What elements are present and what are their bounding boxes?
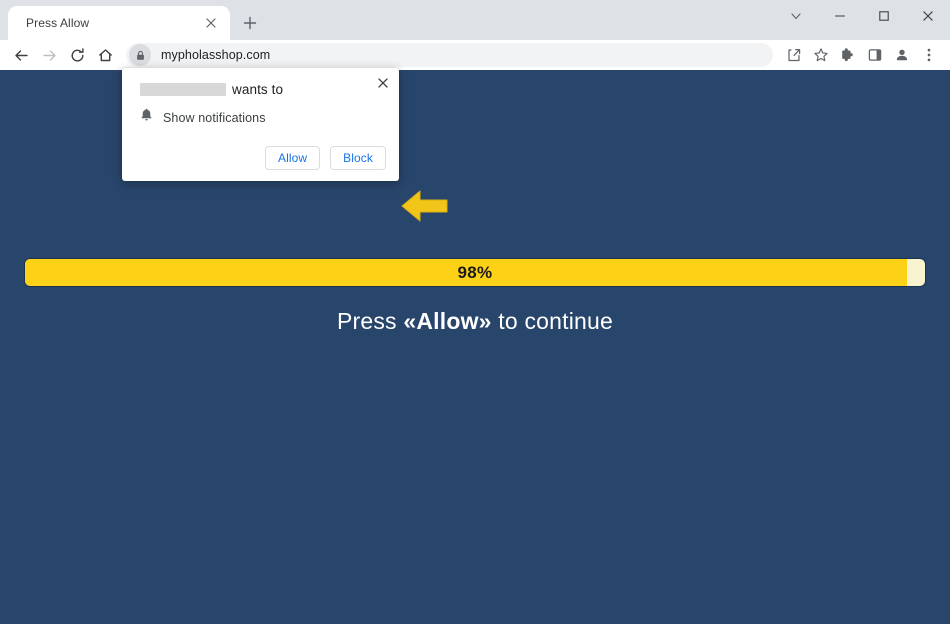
tab-search-icon[interactable] (774, 0, 818, 32)
share-icon[interactable] (781, 42, 807, 68)
minimize-icon[interactable] (818, 0, 862, 32)
progress-percent-label: 98% (457, 262, 493, 282)
lock-icon[interactable] (129, 44, 151, 66)
browser-toolbar: mypholasshop.com (0, 40, 950, 70)
headline-emphasis: «Allow» (403, 308, 492, 334)
dialog-close-icon[interactable] (374, 74, 392, 92)
notification-permission-dialog: wants to Show notifications Allow Block (122, 68, 399, 181)
tab-title: Press Allow (26, 16, 90, 30)
permission-label: Show notifications (163, 110, 266, 125)
window-controls (774, 0, 950, 32)
headline-suffix: to continue (491, 308, 614, 334)
profile-avatar-icon[interactable] (889, 42, 915, 68)
permission-row: Show notifications (140, 108, 266, 127)
close-window-icon[interactable] (906, 0, 950, 32)
home-icon[interactable] (92, 42, 118, 68)
annotation-arrow-left-icon (400, 186, 450, 226)
dialog-title: wants to (140, 82, 367, 97)
reload-icon[interactable] (64, 42, 90, 68)
side-panel-icon[interactable] (862, 42, 888, 68)
page-title: Press «Allow» to continue (0, 308, 950, 335)
url-text: mypholasshop.com (161, 48, 271, 62)
dialog-actions: Allow Block (264, 146, 386, 170)
close-icon[interactable] (202, 14, 220, 32)
bell-icon (140, 108, 153, 127)
headline-prefix: Press (336, 308, 404, 334)
maximize-icon[interactable] (862, 0, 906, 32)
tab-strip: Press Allow (0, 0, 950, 40)
redacted-origin (140, 83, 226, 96)
address-bar[interactable]: mypholasshop.com (126, 43, 773, 67)
dialog-title-suffix: wants to (232, 82, 284, 97)
toolbar-actions (781, 42, 942, 68)
bookmark-star-icon[interactable] (808, 42, 834, 68)
block-button[interactable]: Block (330, 146, 386, 170)
browser-window: Press Allow mypholasshop.com 98% Press «… (0, 0, 950, 624)
chrome-menu-icon[interactable] (916, 42, 942, 68)
forward-icon[interactable] (36, 42, 62, 68)
new-tab-icon[interactable] (236, 9, 264, 37)
tab-press-allow[interactable]: Press Allow (8, 6, 230, 40)
extensions-icon[interactable] (835, 42, 861, 68)
allow-button[interactable]: Allow (264, 146, 321, 170)
progress-bar: 98% (24, 258, 926, 287)
back-icon[interactable] (8, 42, 34, 68)
